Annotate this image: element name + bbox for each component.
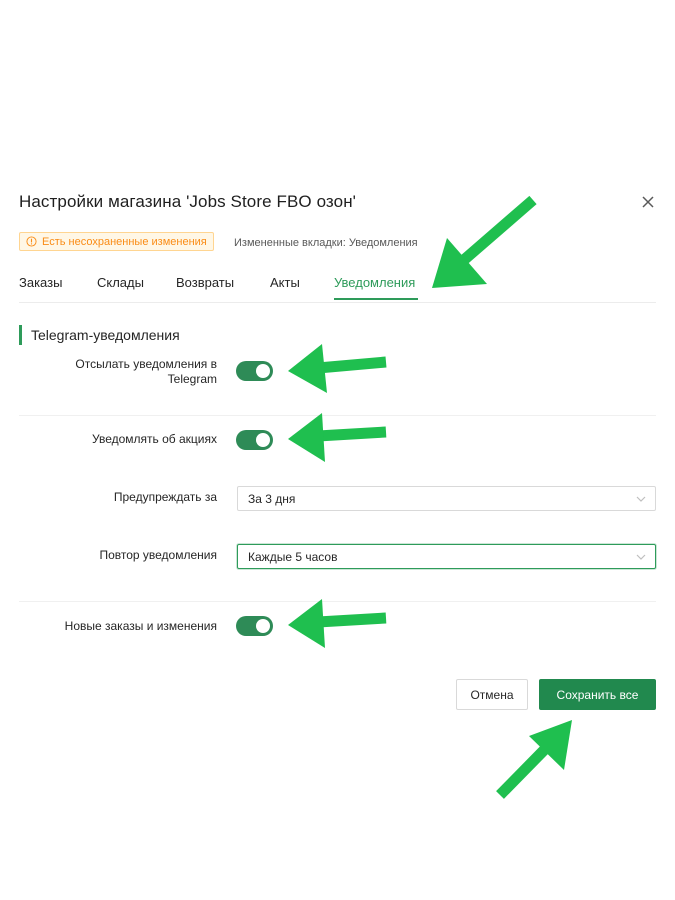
- repeat-notification-value: Каждые 5 часов: [248, 549, 338, 564]
- chevron-down-icon: [636, 496, 646, 502]
- toggle-knob: [256, 433, 270, 447]
- notify-promotions-label: Уведомлять об акциях: [92, 432, 217, 446]
- tab-orders[interactable]: Заказы: [19, 275, 62, 290]
- toggle-knob: [256, 619, 270, 633]
- unsaved-changes-badge: Есть несохраненные изменения: [19, 232, 214, 251]
- divider: [19, 415, 656, 416]
- close-icon[interactable]: [638, 192, 658, 212]
- warn-before-value: За 3 дня: [248, 491, 296, 506]
- toggle-knob: [256, 364, 270, 378]
- annotation-arrow-icon: [288, 344, 387, 393]
- unsaved-changes-text: Есть несохраненные изменения: [42, 235, 207, 248]
- annotation-arrow-icon: [288, 413, 387, 462]
- tab-notifications[interactable]: Уведомления: [334, 275, 415, 290]
- tab-acts[interactable]: Акты: [270, 275, 300, 290]
- tab-warehouses[interactable]: Склады: [97, 275, 144, 290]
- repeat-notification-select[interactable]: Каждые 5 часов: [237, 544, 656, 569]
- tab-returns[interactable]: Возвраты: [176, 275, 234, 290]
- page-title: Настройки магазина 'Jobs Store FBO озон': [19, 192, 357, 211]
- repeat-notification-label: Повтор уведомления: [99, 548, 217, 562]
- section-title: Telegram-уведомления: [19, 325, 180, 345]
- warn-before-label: Предупреждать за: [113, 490, 217, 504]
- cancel-button[interactable]: Отмена: [456, 679, 528, 710]
- annotation-arrows: [288, 195, 572, 799]
- new-orders-label: Новые заказы и изменения: [64, 619, 217, 633]
- notify-promotions-toggle[interactable]: [236, 430, 273, 450]
- chevron-down-icon: [636, 554, 646, 560]
- save-all-button[interactable]: Сохранить все: [539, 679, 656, 710]
- send-notifications-toggle[interactable]: [236, 361, 273, 381]
- annotation-arrow-icon: [288, 599, 387, 648]
- info-circle-icon: [26, 236, 37, 247]
- changed-tabs-text: Измененные вкладки: Уведомления: [234, 237, 418, 249]
- new-orders-toggle[interactable]: [236, 616, 273, 636]
- divider: [19, 601, 656, 602]
- warn-before-select[interactable]: За 3 дня: [237, 486, 656, 511]
- send-notifications-label: Отсылать уведомления в Telegram: [75, 357, 217, 386]
- active-tab-indicator: [334, 298, 418, 300]
- annotation-arrow-icon: [496, 720, 572, 799]
